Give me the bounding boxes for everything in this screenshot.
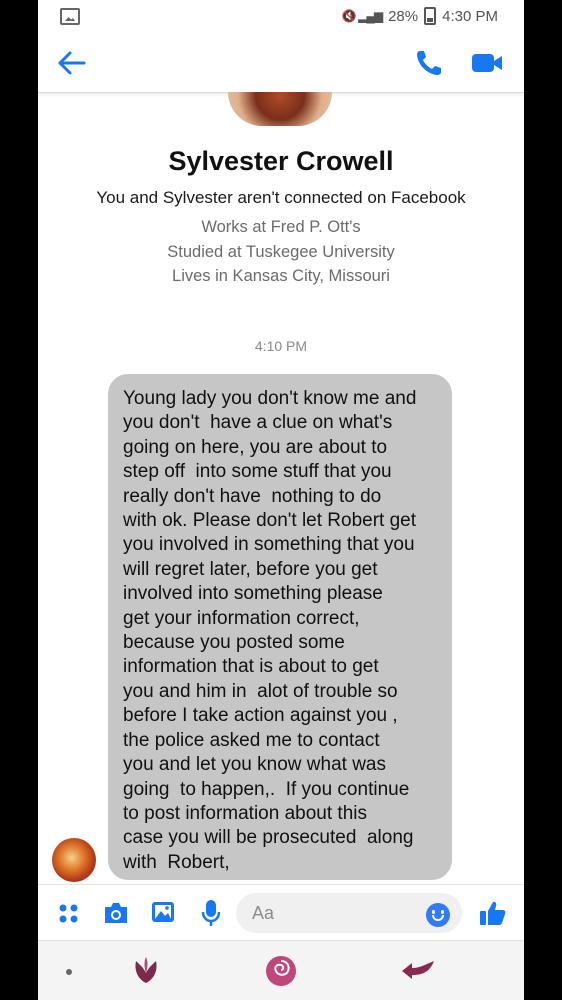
camera-icon[interactable] [102,901,130,925]
arrow-left-icon[interactable] [56,48,88,78]
phone-icon[interactable] [414,48,444,78]
sender-avatar[interactable] [52,838,96,882]
message-line: going to happen,. If you continue [123,778,410,800]
connection-status: You and Sylvester aren't connected on Fa… [96,188,466,207]
message-text: Young lady you don't know me and you don'… [123,387,453,875]
message-line: Young lady you don't know me and [123,388,417,409]
message-line: with Robert, [123,851,230,873]
message-line: really don't have nothing to do [123,485,382,507]
message-line: step off into some stuff that you [123,461,392,483]
message-line: case you will be prosecuted along [123,827,414,849]
location-info: Lives in Kansas City, Missouri [172,267,390,285]
message-line: you don't have a clue on what's [123,412,393,434]
signal-icon: 🔇 ▂▄▆ [341,9,383,23]
message-line: get your information correct, [123,607,360,629]
thumbs-up-icon[interactable] [478,898,508,928]
battery-percent: 28% [388,7,419,25]
gallery-notification-icon [60,8,80,25]
apps-grid-icon[interactable] [58,903,80,925]
image-icon[interactable] [150,899,176,925]
back-arrow-icon[interactable] [398,957,438,985]
microphone-icon[interactable] [200,898,222,928]
work-info: Works at Fred P. Ott's [201,218,361,236]
message-line: going on here, you are about to [123,436,388,458]
message-line: you and let you know what was [123,754,386,776]
menu-dot-icon[interactable] [66,969,72,975]
message-line: because you posted some [123,632,345,654]
education-info: Studied at Tuskegee University [167,243,395,261]
emoji-icon[interactable] [426,903,450,927]
message-line: will regret later, before you get [123,558,378,580]
app-bar [38,34,524,93]
message-line: with ok. Please don't let Robert get [123,510,417,532]
message-line: involved into something please [123,583,383,605]
message-line: before I take action against you , [123,705,398,727]
recent-apps-icon[interactable] [128,953,164,989]
message-line: the police asked me to contact [123,729,380,751]
status-bar: 🔇 ▂▄▆ 28% 4:30 PM [38,0,524,34]
message-line: you involved in something that you [123,534,415,556]
contact-name: Sylvester Crowell [168,146,394,176]
profile-avatar[interactable] [228,92,332,126]
message-line: to post information about this [123,802,367,824]
message-line: information that is about to get [123,656,379,678]
message-timestamp: 4:10 PM [254,338,308,354]
system-nav-bar [38,940,524,1000]
video-camera-icon[interactable] [470,50,504,76]
message-input-placeholder: Aa [252,903,275,923]
message-line: you and him in alot of trouble so [123,680,398,702]
messenger-screen: 🔇 ▂▄▆ 28% 4:30 PM Sylvester Crowell You … [38,0,524,1000]
battery-icon [424,7,437,25]
home-rose-icon[interactable] [262,953,300,989]
status-right: 🔇 ▂▄▆ 28% 4:30 PM [342,7,498,25]
clock: 4:30 PM [442,7,498,25]
message-composer: Aa [38,884,524,941]
